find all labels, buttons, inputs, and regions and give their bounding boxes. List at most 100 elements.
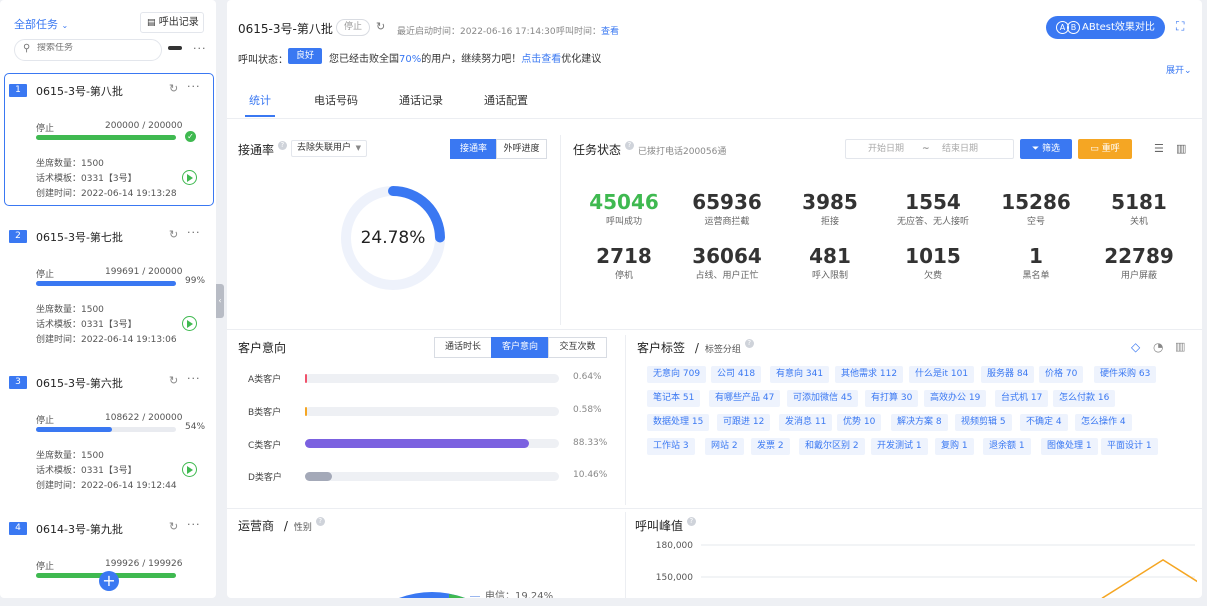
tag-chip[interactable]: 高效办公 19	[924, 390, 987, 407]
expand-toggle[interactable]: 展开⌄	[1166, 63, 1192, 76]
help-icon[interactable]: ?	[744, 339, 754, 348]
tag-chip[interactable]: 和戴尔区别 2	[799, 438, 865, 455]
stat-value: 5181	[1111, 190, 1167, 214]
play-icon[interactable]	[182, 170, 197, 185]
task-card[interactable]: 1 0615-3号-第八批 ↻ ··· 停止 200000 / 200000 ✓…	[4, 73, 214, 206]
tag-chip[interactable]: 有打算 30	[865, 390, 919, 407]
bar-chart-icon[interactable]: ▥	[1176, 142, 1186, 155]
intent-tab-interactions[interactable]: 交互次数	[548, 337, 607, 358]
refresh-icon[interactable]: ↻	[376, 20, 385, 33]
add-task-button[interactable]: +	[99, 571, 119, 591]
tag-chip[interactable]: 服务器 84	[981, 366, 1035, 383]
tag-chip[interactable]: 发票 2	[751, 438, 790, 455]
help-icon[interactable]: ?	[686, 517, 696, 526]
tag-chip[interactable]: 笔记本 51	[647, 390, 701, 407]
tag-chip[interactable]: 台式机 17	[995, 390, 1049, 407]
tag-chip[interactable]: 可添加微信 45	[787, 390, 859, 407]
date-range-picker[interactable]: 开始日期 ~ 结束日期	[845, 139, 1014, 159]
tag-chip[interactable]: 图像处理 1	[1041, 438, 1098, 455]
tag-chip[interactable]: 有意向 341	[770, 366, 830, 383]
help-icon[interactable]: ?	[624, 141, 634, 150]
task-more-icon[interactable]: ···	[187, 372, 201, 385]
task-created: 创建时间：2022-06-14 19:13:06	[36, 335, 177, 345]
task-card[interactable]: 2 0615-3号-第七批 ↻ ··· 停止 199691 / 200000 9…	[4, 219, 214, 352]
task-search-box[interactable]: ⚲	[14, 39, 162, 61]
sidebar-more-icon[interactable]: ···	[193, 42, 207, 55]
tag-chip[interactable]: 怎么付款 16	[1053, 390, 1116, 407]
tag-chip[interactable]: 可跟进 12	[717, 414, 771, 431]
intent-tab-duration[interactable]: 通话时长	[434, 337, 492, 358]
refresh-icon[interactable]: ↻	[169, 374, 178, 387]
tag-chip[interactable]: 解决方案 8	[891, 414, 948, 431]
tag-chip[interactable]: 退余额 1	[983, 438, 1031, 455]
task-filter-dropdown[interactable]: 全部任务 ⌄	[14, 16, 68, 32]
tag-chip[interactable]: 优势 10	[837, 414, 882, 431]
task-more-icon[interactable]: ···	[187, 80, 201, 93]
toggle-icon[interactable]	[168, 46, 182, 50]
tag-chip[interactable]: 怎么操作 4	[1075, 414, 1132, 431]
tag-chip[interactable]: 公司 418	[711, 366, 762, 383]
abtest-button[interactable]: A B ABtest效果对比	[1046, 16, 1165, 39]
tag-chip[interactable]: 工作站 3	[647, 438, 695, 455]
fullscreen-icon[interactable]: ⛶	[1176, 19, 1184, 34]
task-search-input[interactable]	[37, 43, 157, 53]
tag-chip[interactable]: 平面设计 1	[1101, 438, 1158, 455]
tag-chip[interactable]: 不确定 4	[1020, 414, 1068, 431]
stat-item: 1554 无应答、无人接听	[883, 190, 983, 227]
redial-button[interactable]: ▭ 重呼	[1078, 139, 1132, 159]
refresh-icon[interactable]: ↻	[169, 228, 178, 241]
section-divider	[625, 512, 626, 598]
tag-chip[interactable]: 网站 2	[705, 438, 744, 455]
start-date-input[interactable]: 开始日期	[868, 140, 904, 158]
tag-chip[interactable]: 数据处理 15	[647, 414, 710, 431]
status-badge: 停止	[336, 19, 370, 36]
task-progress-bar	[36, 427, 176, 432]
tag-chip[interactable]: 复购 1	[935, 438, 974, 455]
task-more-icon[interactable]: ···	[187, 226, 201, 239]
tag-chip[interactable]: 其他需求 112	[835, 366, 904, 383]
optimize-link[interactable]: 点击查看	[521, 54, 561, 65]
tag-chip[interactable]: 视频剪辑 5	[955, 414, 1012, 431]
legend-line	[470, 596, 480, 597]
tab-statistics[interactable]: 统计	[249, 92, 271, 108]
tag-chip[interactable]: 无意向 709	[647, 366, 707, 383]
play-icon[interactable]	[182, 316, 197, 331]
tab-call-records[interactable]: 通话记录	[399, 92, 443, 108]
stat-label: 停机	[614, 271, 633, 281]
ab-logo-b: B	[1067, 21, 1080, 34]
play-icon[interactable]	[182, 462, 197, 477]
connect-rate-toggle[interactable]: 接通率	[450, 139, 497, 159]
filter-button[interactable]: ⏷ 筛选	[1020, 139, 1072, 159]
tag-group-label[interactable]: 标签分组	[705, 345, 741, 355]
help-icon[interactable]: ?	[315, 517, 325, 526]
intent-label: B类客户	[248, 408, 282, 418]
gender-label[interactable]: 性别	[294, 523, 312, 533]
tag-chip[interactable]: 什么是it 101	[909, 366, 975, 383]
task-progress-text: 199691 / 200000	[105, 267, 183, 277]
intent-tab-intent[interactable]: 客户意向	[491, 337, 549, 358]
bar-chart-icon[interactable]: ▥	[1175, 340, 1185, 353]
refresh-icon[interactable]: ↻	[169, 82, 178, 95]
help-icon[interactable]: ?	[277, 141, 287, 150]
call-time-link[interactable]: 查看	[601, 27, 619, 37]
tab-phone-numbers[interactable]: 电话号码	[314, 92, 358, 108]
call-history-button[interactable]: ▤ 呼出记录	[140, 12, 204, 33]
task-card[interactable]: 3 0615-3号-第六批 ↻ ··· 停止 108622 / 200000 5…	[4, 365, 214, 498]
tag-chip[interactable]: 硬件采购 63	[1094, 366, 1157, 383]
collapse-handle[interactable]: ‹	[216, 284, 224, 318]
sort-icon[interactable]: ☰	[1154, 142, 1164, 155]
pie-chart-icon[interactable]: ◔	[1153, 340, 1163, 354]
tab-call-config[interactable]: 通话配置	[484, 92, 528, 108]
task-more-icon[interactable]: ···	[187, 518, 201, 531]
tag-chip[interactable]: 发消息 11	[779, 414, 833, 431]
tag-chip[interactable]: 有哪些产品 47	[709, 390, 781, 407]
refresh-icon[interactable]: ↻	[169, 520, 178, 533]
end-date-input[interactable]: 结束日期	[942, 140, 978, 158]
tag-chip[interactable]: 价格 70	[1039, 366, 1084, 383]
call-progress-toggle[interactable]: 外呼进度	[496, 139, 547, 159]
tag-chip[interactable]: 开发测试 1	[871, 438, 928, 455]
stat-label: 空号	[1026, 217, 1045, 227]
tag-icon[interactable]: ◇	[1131, 340, 1140, 354]
stat-item: 1 黑名单	[986, 244, 1086, 281]
connect-filter-dropdown[interactable]: 去除失联用户 ▼	[291, 140, 367, 157]
